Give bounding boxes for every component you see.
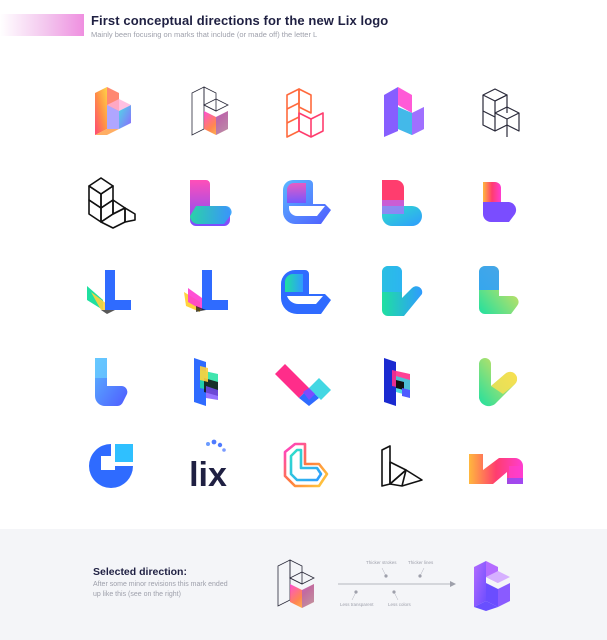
revision-timeline: Thicker strokes Thicker lines Less trans… bbox=[338, 558, 456, 610]
logo-concept-r2c5 bbox=[469, 172, 529, 232]
logo-concept-r2c2 bbox=[178, 172, 238, 232]
logo-concept-r1c3 bbox=[275, 81, 335, 141]
logo-concept-r5c4 bbox=[372, 436, 432, 496]
selected-logo-before bbox=[270, 556, 320, 612]
logo-concept-r5c5 bbox=[469, 436, 529, 496]
logo-concept-r2c4 bbox=[372, 172, 432, 232]
logo-grid: lix bbox=[0, 0, 607, 520]
logo-concept-r5c3 bbox=[275, 436, 335, 496]
logo-concept-r5c1 bbox=[81, 436, 141, 496]
logo-concept-r5c2: lix bbox=[178, 436, 238, 496]
selected-direction-description: After some minor revisions this mark end… bbox=[93, 581, 228, 598]
logo-concept-r3c5 bbox=[469, 262, 529, 322]
revision-label: Thicker lines bbox=[408, 560, 434, 565]
logo-concept-r2c1 bbox=[81, 172, 141, 232]
selected-direction-title: Selected direction: bbox=[93, 566, 187, 578]
logo-concept-r4c4 bbox=[372, 352, 432, 412]
logo-concept-r1c4 bbox=[372, 81, 432, 141]
selected-logo-final bbox=[466, 557, 516, 611]
revision-label: Less colors bbox=[388, 602, 411, 607]
revision-label: Less transparent bbox=[340, 602, 374, 607]
logo-concept-r1c5 bbox=[469, 81, 529, 141]
logo-concept-r4c3 bbox=[275, 352, 335, 412]
lix-wordmark: lix bbox=[189, 456, 227, 494]
logo-concept-r3c4 bbox=[372, 262, 432, 322]
logo-concept-r3c3 bbox=[275, 262, 335, 322]
logo-concept-r4c5 bbox=[469, 352, 529, 412]
logo-concept-r4c2 bbox=[178, 352, 238, 412]
revision-label: Thicker strokes bbox=[366, 560, 397, 565]
logo-concept-r3c2 bbox=[178, 262, 238, 322]
logo-concept-r1c1 bbox=[81, 81, 141, 141]
logo-concept-r3c1 bbox=[81, 262, 141, 322]
logo-concept-r4c1 bbox=[81, 352, 141, 412]
logo-concept-r2c3 bbox=[275, 172, 335, 232]
logo-concept-r1c2 bbox=[178, 81, 238, 141]
